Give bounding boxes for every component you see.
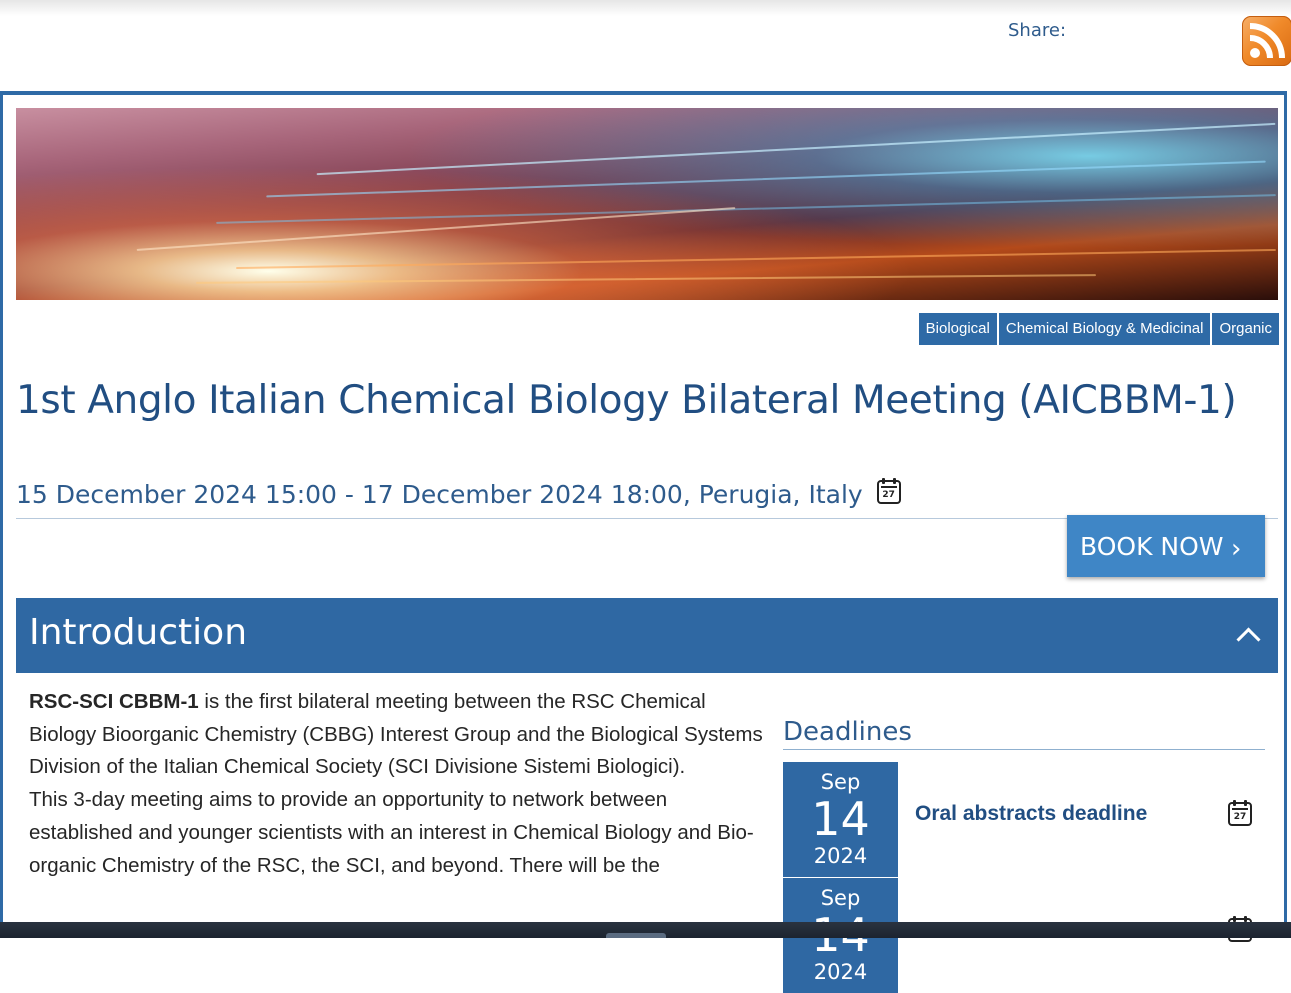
deadline-label[interactable]: Oral abstracts deadline bbox=[915, 802, 1147, 826]
deadlines-heading: Deadlines bbox=[783, 717, 1265, 750]
chevron-right-icon: › bbox=[1231, 534, 1242, 564]
calendar-icon-number: 27 bbox=[882, 490, 895, 500]
introduction-header[interactable]: Introduction bbox=[16, 598, 1278, 673]
event-dates: 15 December 2024 15:00 - 17 December 202… bbox=[16, 478, 901, 509]
deadline-day: 14 bbox=[811, 792, 870, 846]
deadline-month: Sep bbox=[820, 886, 861, 910]
introduction-body: RSC-SCI CBBM-1 is the first bilateral me… bbox=[29, 686, 764, 882]
deadline-month: Sep bbox=[820, 770, 861, 794]
introduction-heading: Introduction bbox=[29, 612, 248, 653]
chevron-up-icon[interactable] bbox=[1238, 625, 1256, 643]
event-dates-text: 15 December 2024 15:00 - 17 December 202… bbox=[16, 480, 863, 509]
event-title: 1st Anglo Italian Chemical Biology Bilat… bbox=[16, 378, 1237, 423]
topic-tags: Biological Chemical Biology & Medicinal … bbox=[918, 313, 1279, 345]
intro-paragraph-1: RSC-SCI CBBM-1 is the first bilateral me… bbox=[29, 686, 764, 784]
book-now-button[interactable]: BOOK NOW › bbox=[1067, 515, 1265, 577]
tag-biological[interactable]: Biological bbox=[918, 313, 997, 345]
tag-organic[interactable]: Organic bbox=[1212, 313, 1279, 345]
top-bar: Share: bbox=[0, 0, 1291, 90]
intro-paragraph-2: This 3-day meeting aims to provide an op… bbox=[29, 788, 754, 877]
calendar-icon[interactable]: 27 bbox=[876, 478, 901, 504]
deadline-date-box: Sep 14 2024 bbox=[783, 762, 898, 877]
event-banner-image bbox=[16, 108, 1278, 300]
calendar-icon[interactable]: 27 bbox=[1228, 800, 1252, 826]
intro-lead-bold: RSC-SCI CBBM-1 bbox=[29, 690, 199, 713]
taskbar-button[interactable] bbox=[606, 933, 666, 938]
deadline-year: 2024 bbox=[813, 960, 868, 984]
calendar-icon-number: 27 bbox=[1233, 812, 1247, 822]
share-label: Share: bbox=[1008, 20, 1067, 41]
tag-chemical-biology-medicinal[interactable]: Chemical Biology & Medicinal bbox=[998, 313, 1211, 345]
book-now-label: BOOK NOW bbox=[1080, 531, 1224, 561]
rss-feed-icon[interactable] bbox=[1242, 16, 1291, 66]
deadline-year: 2024 bbox=[813, 844, 868, 868]
deadline-item: Sep 14 2024 Oral abstracts deadline 27 bbox=[783, 762, 1265, 877]
